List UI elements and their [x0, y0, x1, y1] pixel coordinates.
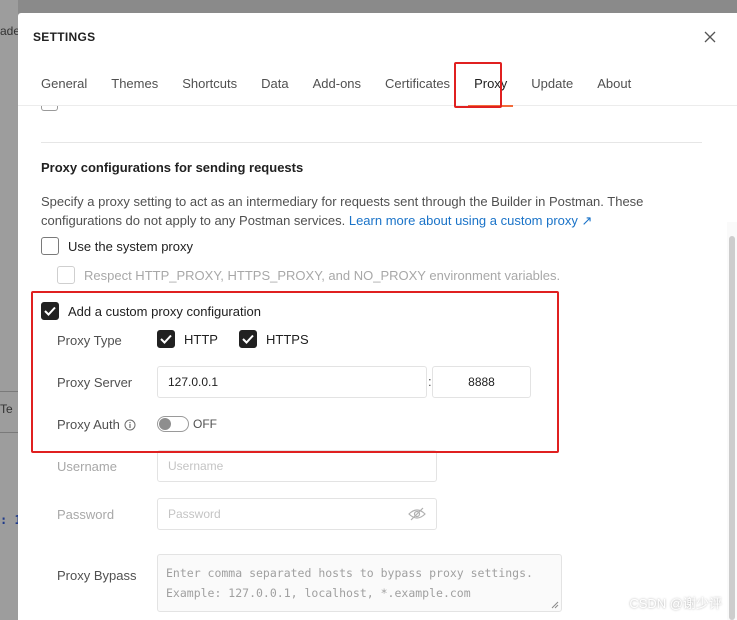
respect-env-label: Respect HTTP_PROXY, HTTPS_PROXY, and NO_… — [84, 267, 561, 283]
section-title: Proxy configurations for sending request… — [41, 160, 304, 175]
resize-grip-icon[interactable] — [550, 600, 559, 609]
password-input[interactable]: Password — [157, 498, 437, 530]
modal-title: SETTINGS — [33, 30, 96, 44]
https-option[interactable]: HTTPS — [239, 330, 309, 348]
settings-tabs: General Themes Shortcuts Data Add-ons Ce… — [18, 61, 737, 107]
eye-off-icon[interactable] — [408, 507, 426, 521]
proxy-bypass-textarea[interactable]: Enter comma separated hosts to bypass pr… — [157, 554, 562, 612]
tab-general[interactable]: General — [29, 61, 99, 106]
http-checkbox[interactable] — [157, 330, 175, 348]
proxy-server-label: Proxy Server — [57, 375, 133, 390]
proxy-auth-label-text: Proxy Auth — [57, 417, 120, 432]
toggle-knob — [159, 418, 171, 430]
http-option[interactable]: HTTP — [157, 330, 218, 348]
tab-data[interactable]: Data — [249, 61, 300, 106]
settings-modal: SETTINGS General Themes Shortcuts Data A… — [18, 13, 737, 620]
close-icon — [704, 31, 716, 43]
proxy-auth-label: Proxy Auth — [57, 417, 136, 432]
proxy-host-input[interactable]: 127.0.0.1 — [157, 366, 427, 398]
tab-shortcuts[interactable]: Shortcuts — [170, 61, 249, 106]
info-icon — [124, 419, 136, 430]
scrollbar-thumb[interactable] — [729, 236, 735, 620]
bypass-placeholder-line: Enter comma separated hosts to bypass pr… — [166, 566, 533, 580]
close-button[interactable] — [699, 26, 721, 48]
proxy-port-input[interactable]: 8888 — [432, 366, 531, 398]
http-label: HTTP — [184, 331, 218, 347]
modal-header: SETTINGS — [18, 13, 737, 61]
https-label: HTTPS — [266, 331, 309, 347]
section-divider — [41, 142, 702, 143]
checkmark-icon — [44, 306, 56, 316]
background-text-fragment: Te — [0, 402, 13, 416]
tab-themes[interactable]: Themes — [99, 61, 170, 106]
proxy-type-label: Proxy Type — [57, 333, 122, 348]
system-proxy-label: Use the system proxy — [68, 238, 193, 254]
password-placeholder: Password — [168, 507, 221, 521]
username-label: Username — [57, 459, 117, 474]
proxy-bypass-label: Proxy Bypass — [57, 568, 137, 583]
respect-env-option: Respect HTTP_PROXY, HTTPS_PROXY, and NO_… — [57, 266, 560, 284]
password-label: Password — [57, 507, 115, 522]
system-proxy-option[interactable]: Use the system proxy — [41, 237, 193, 255]
learn-more-link[interactable]: Learn more about using a custom proxy ↗ — [349, 213, 593, 228]
proxy-auth-state: OFF — [193, 417, 217, 431]
system-proxy-checkbox[interactable] — [41, 237, 59, 255]
username-input[interactable]: Username — [157, 450, 437, 482]
watermark: CSDN @谢少评 — [629, 596, 722, 611]
background-panel — [0, 0, 18, 620]
tab-add-ons[interactable]: Add-ons — [301, 61, 373, 106]
checkmark-icon — [242, 334, 254, 344]
tab-update[interactable]: Update — [519, 61, 585, 106]
checkmark-icon — [160, 334, 172, 344]
background-divider — [0, 391, 18, 392]
tab-proxy[interactable]: Proxy — [462, 61, 519, 107]
background-divider — [0, 432, 18, 433]
tab-certificates[interactable]: Certificates — [373, 61, 462, 106]
custom-proxy-checkbox[interactable] — [41, 302, 59, 320]
custom-proxy-label: Add a custom proxy configuration — [68, 303, 261, 319]
vertical-scrollbar[interactable] — [727, 222, 737, 620]
bypass-placeholder-line: Example: 127.0.0.1, localhost, *.example… — [166, 586, 471, 600]
respect-env-checkbox — [57, 266, 75, 284]
custom-proxy-option[interactable]: Add a custom proxy configuration — [41, 302, 261, 320]
proxy-settings-panel: Proxy configurations for sending request… — [18, 106, 737, 620]
proxy-description: Specify a proxy setting to act as an int… — [41, 192, 651, 230]
https-checkbox[interactable] — [239, 330, 257, 348]
scrolled-checkbox[interactable] — [41, 106, 58, 111]
tab-about[interactable]: About — [585, 61, 643, 106]
proxy-auth-toggle[interactable] — [157, 416, 189, 432]
